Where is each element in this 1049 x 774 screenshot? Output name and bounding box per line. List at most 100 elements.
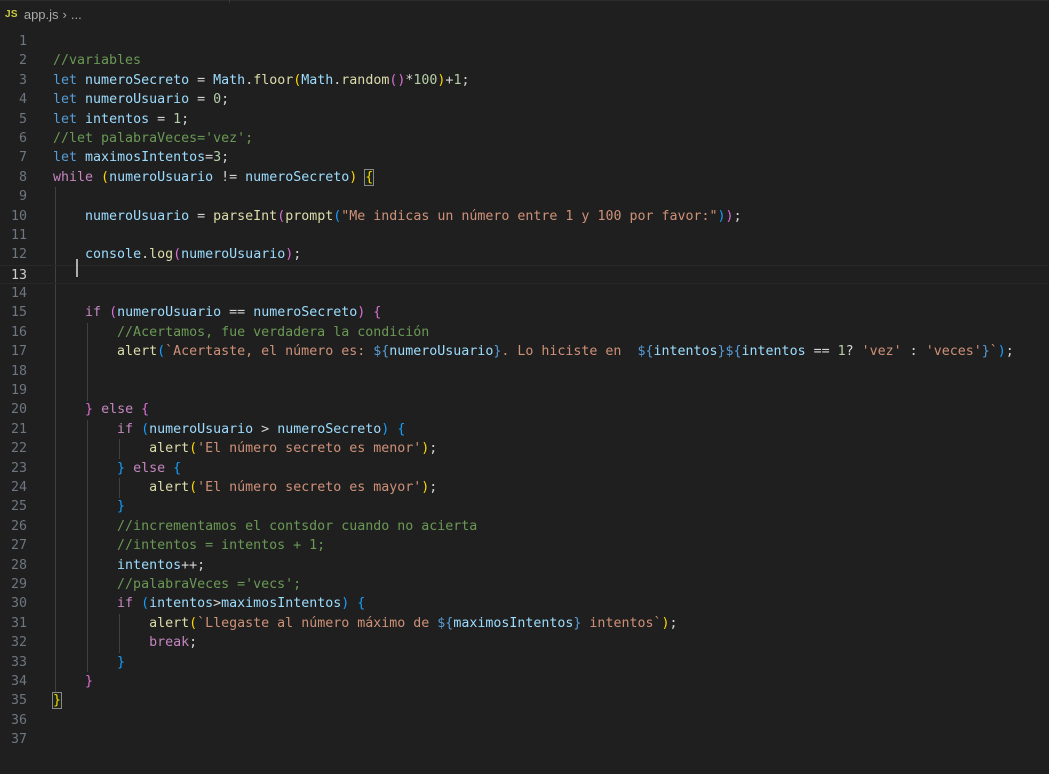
- code-token: 'El número secreto es mayor': [197, 479, 422, 495]
- code-line[interactable]: 17 alert(`Acertaste, el número es: ${num…: [0, 342, 1049, 361]
- code-token: intentos`: [581, 615, 662, 631]
- code-line[interactable]: 34 }: [0, 672, 1049, 691]
- code-line[interactable]: 2 //variables: [0, 51, 1049, 70]
- code-line[interactable]: 15 if (numeroUsuario == numeroSecreto) {: [0, 303, 1049, 322]
- code-line[interactable]: 31 alert(`Llegaste al número máximo de $…: [0, 614, 1049, 633]
- line-content: alert(`Llegaste al número máximo de ${ma…: [53, 614, 677, 633]
- code-line[interactable]: 35}: [0, 691, 1049, 710]
- code-line[interactable]: 32 break;: [0, 633, 1049, 652]
- line-content: alert('El número secreto es menor');: [53, 439, 437, 458]
- code-line[interactable]: 26 //incrementamos el contsdor cuando no…: [0, 517, 1049, 536]
- line-number: 26: [10, 518, 27, 534]
- code-line[interactable]: 3 let numeroSecreto = Math.floor(Math.ran…: [0, 71, 1049, 90]
- code-line[interactable]: 24 alert('El número secreto es mayor');: [0, 478, 1049, 497]
- line-number: 12: [10, 247, 27, 263]
- code-line[interactable]: 25 }: [0, 497, 1049, 516]
- code-line[interactable]: 36: [0, 711, 1049, 730]
- line-number: 4: [18, 92, 27, 108]
- code-line[interactable]: 33 }: [0, 653, 1049, 672]
- code-line[interactable]: 6 //let palabraVeces='vez';: [0, 129, 1049, 148]
- code-line[interactable]: 10 numeroUsuario = parseInt(prompt("Me i…: [0, 207, 1049, 226]
- line-number: 27: [10, 538, 27, 554]
- code-line[interactable]: 18: [0, 362, 1049, 381]
- code-token: {: [357, 596, 366, 612]
- code-token: ): [725, 208, 734, 224]
- code-token: (: [109, 305, 118, 321]
- line-number: 19: [10, 383, 27, 399]
- code-lines[interactable]: 1 2//variables 3 let numeroSecreto = Math.f…: [0, 32, 1049, 749]
- code-token: let: [53, 111, 78, 127]
- code-line[interactable]: 4 let numeroUsuario = 0;: [0, 90, 1049, 109]
- code-token: =: [205, 150, 214, 166]
- code-token: (): [389, 72, 406, 88]
- code-line[interactable]: 13: [0, 264, 1049, 285]
- code-line[interactable]: 14: [0, 284, 1049, 303]
- code-line[interactable]: 28 intentos++;: [0, 556, 1049, 575]
- code-line[interactable]: 7 let maximosIntentos=3;: [0, 148, 1049, 167]
- code-token: {: [364, 168, 375, 186]
- code-line[interactable]: 22 alert('El número secreto es menor');: [0, 439, 1049, 458]
- line-number: 10: [10, 208, 27, 224]
- code-token: ;: [181, 111, 190, 127]
- breadcrumb-symbols[interactable]: ...: [71, 7, 82, 22]
- breadcrumb-file[interactable]: app.js: [24, 7, 59, 22]
- code-token: numeroUsuario: [181, 247, 286, 263]
- line-content: while (numeroUsuario != numeroSecreto) {: [53, 168, 375, 187]
- line-number: 17: [10, 344, 27, 360]
- code-token: }: [117, 460, 126, 476]
- code-line[interactable]: 5 let intentos = 1;: [0, 110, 1049, 129]
- code-token: numeroSecreto: [253, 305, 358, 321]
- code-token: (: [141, 596, 150, 612]
- line-content: //variables: [53, 51, 141, 70]
- code-token: alert: [117, 344, 158, 360]
- code-token: parseInt: [213, 208, 278, 224]
- code-token: intentos: [85, 111, 150, 127]
- line-content: }: [53, 672, 93, 691]
- code-line[interactable]: 9: [0, 187, 1049, 206]
- code-token: }: [117, 499, 126, 515]
- line-content: //let palabraVeces='vez';: [53, 129, 253, 148]
- code-line[interactable]: 29 //palabraVeces ='vecs';: [0, 575, 1049, 594]
- code-token: >: [213, 596, 222, 612]
- line-number: 7: [18, 150, 27, 166]
- code-line[interactable]: 19: [0, 381, 1049, 400]
- code-line[interactable]: 30 if (intentos>maximosIntentos) {: [0, 594, 1049, 613]
- code-token: ;: [293, 247, 302, 263]
- code-token: ): [717, 208, 726, 224]
- line-number: 3: [18, 72, 27, 88]
- code-line[interactable]: 1: [0, 32, 1049, 51]
- code-line[interactable]: 23 } else {: [0, 459, 1049, 478]
- code-token: intentos: [117, 557, 182, 573]
- code-token: maximosIntentos: [221, 596, 342, 612]
- code-token: ==: [805, 344, 838, 360]
- code-line[interactable]: 37: [0, 730, 1049, 749]
- code-line[interactable]: 20 } else {: [0, 400, 1049, 419]
- line-number: 37: [10, 732, 27, 748]
- code-token: 'El número secreto es menor': [197, 441, 422, 457]
- code-token: ): [997, 344, 1006, 360]
- code-token: ;: [733, 208, 742, 224]
- line-number: 13: [10, 267, 27, 283]
- code-token: ;: [429, 441, 438, 457]
- code-line[interactable]: 12 console.log(numeroUsuario);: [0, 245, 1049, 264]
- code-line[interactable]: 27 //intentos = intentos + 1;: [0, 536, 1049, 555]
- code-editor[interactable]: JS app.js › ... 1 2//variables 3 let numero…: [0, 0, 1049, 774]
- code-token: 3: [213, 150, 222, 166]
- code-token: if: [117, 596, 134, 612]
- code-line[interactable]: 8 while (numeroUsuario != numeroSecreto) …: [0, 168, 1049, 187]
- line-content: }: [51, 691, 63, 710]
- line-number: 6: [18, 130, 27, 146]
- code-line[interactable]: 21 if (numeroUsuario > numeroSecreto) {: [0, 420, 1049, 439]
- code-line[interactable]: 11: [0, 226, 1049, 245]
- code-line[interactable]: 16 //Acertamos, fue verdadera la condici…: [0, 323, 1049, 342]
- code-token: prompt: [285, 208, 334, 224]
